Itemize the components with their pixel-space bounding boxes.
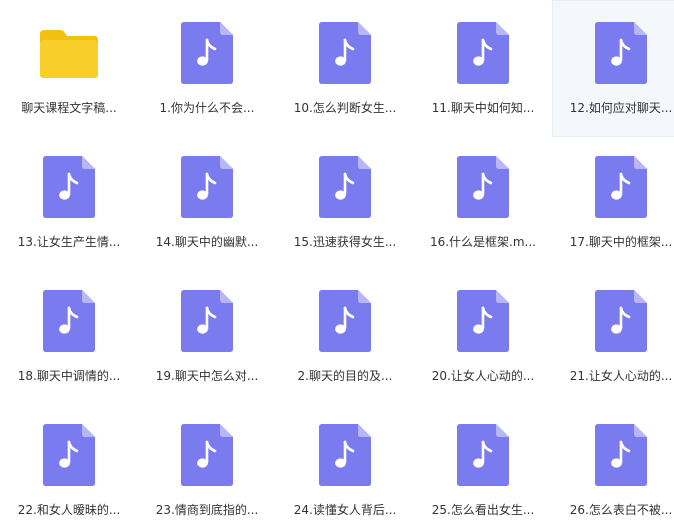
music-file-icon: [1, 424, 137, 488]
file-name-label: 聊天课程文字稿...: [21, 101, 117, 115]
music-file-icon: [415, 22, 551, 86]
file-name-label: 14.聊天中的幽默...: [155, 235, 259, 249]
music-file-icon: [415, 424, 551, 488]
music-file-icon: [139, 424, 275, 488]
music-file-icon: [553, 290, 674, 354]
file-name-label: 24.读懂女人背后...: [293, 503, 397, 517]
file-item[interactable]: 15.迅速获得女生...: [276, 137, 414, 271]
music-file-icon: [553, 156, 674, 220]
music-file-icon: [277, 156, 413, 220]
file-item[interactable]: 12.如何应对聊天...: [552, 0, 674, 137]
file-name-label: 10.怎么判断女生...: [293, 101, 397, 115]
file-name-label: 17.聊天中的框架...: [569, 235, 673, 249]
file-name-label: 11.聊天中如何知...: [431, 101, 535, 115]
file-name-label: 22.和女人暧昧的...: [17, 503, 121, 517]
file-name-label: 16.什么是框架.m...: [429, 235, 537, 249]
file-name-label: 25.怎么看出女生...: [431, 503, 535, 517]
file-name-label: 19.聊天中怎么对...: [155, 369, 259, 383]
file-item[interactable]: 20.让女人心动的...: [414, 271, 552, 405]
file-item[interactable]: 22.和女人暧昧的...: [0, 405, 138, 532]
music-file-icon: [277, 22, 413, 86]
file-name-label: 15.迅速获得女生...: [293, 235, 397, 249]
folder-item[interactable]: 聊天课程文字稿...: [0, 0, 138, 137]
music-file-icon: [415, 156, 551, 220]
file-item[interactable]: 24.读懂女人背后...: [276, 405, 414, 532]
file-item[interactable]: 18.聊天中调情的...: [0, 271, 138, 405]
file-item[interactable]: 2.聊天的目的及...: [276, 271, 414, 405]
file-item[interactable]: 10.怎么判断女生...: [276, 0, 414, 137]
file-item[interactable]: 21.让女人心动的...: [552, 271, 674, 405]
file-grid: 聊天课程文字稿... 1.你为什么不会... 10.怎么判断女生... 11.聊天中如…: [0, 0, 674, 532]
music-file-icon: [277, 290, 413, 354]
file-item[interactable]: 23.情商到底指的...: [138, 405, 276, 532]
file-item[interactable]: 26.怎么表白不被...: [552, 405, 674, 532]
file-item[interactable]: 11.聊天中如何知...: [414, 0, 552, 137]
file-name-label: 1.你为什么不会...: [159, 101, 255, 115]
file-item[interactable]: 17.聊天中的框架...: [552, 137, 674, 271]
music-file-icon: [139, 22, 275, 86]
file-name-label: 26.怎么表白不被...: [569, 503, 673, 517]
music-file-icon: [553, 22, 674, 86]
music-file-icon: [1, 156, 137, 220]
music-file-icon: [415, 290, 551, 354]
file-name-label: 21.让女人心动的...: [569, 369, 673, 383]
file-name-label: 20.让女人心动的...: [431, 369, 535, 383]
file-item[interactable]: 13.让女生产生情...: [0, 137, 138, 271]
file-item[interactable]: 19.聊天中怎么对...: [138, 271, 276, 405]
music-file-icon: [553, 424, 674, 488]
file-item[interactable]: 1.你为什么不会...: [138, 0, 276, 137]
file-name-label: 13.让女生产生情...: [17, 235, 121, 249]
folder-icon: [1, 22, 137, 86]
file-name-label: 2.聊天的目的及...: [297, 369, 393, 383]
file-item[interactable]: 16.什么是框架.m...: [414, 137, 552, 271]
file-name-label: 18.聊天中调情的...: [17, 369, 121, 383]
music-file-icon: [139, 290, 275, 354]
music-file-icon: [277, 424, 413, 488]
music-file-icon: [139, 156, 275, 220]
music-file-icon: [1, 290, 137, 354]
file-name-label: 23.情商到底指的...: [155, 503, 259, 517]
file-item[interactable]: 14.聊天中的幽默...: [138, 137, 276, 271]
file-name-label: 12.如何应对聊天...: [569, 101, 673, 115]
file-item[interactable]: 25.怎么看出女生...: [414, 405, 552, 532]
